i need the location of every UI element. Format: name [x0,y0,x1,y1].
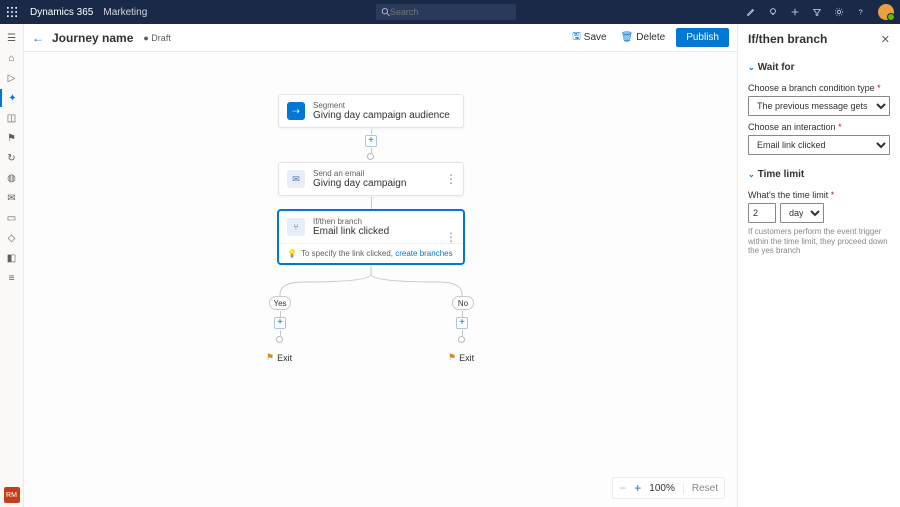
exit-yes: ⚑Exit [266,352,292,363]
svg-text:?: ? [859,8,863,17]
section-wait-for[interactable]: ⌄Wait for [748,62,890,73]
connector-endpoint [367,153,374,160]
section-time-limit[interactable]: ⌄Time limit [748,169,890,180]
status-badge: ● Draft [143,33,170,43]
nav-app-badge[interactable]: RM [4,487,20,503]
node-type: Segment [313,101,450,110]
time-help-text: If customers perform the event trigger w… [748,227,890,256]
save-button[interactable]: 🖫Save [565,26,613,49]
node-more-icon[interactable]: ⋮ [445,172,457,186]
connector-endpoint [458,336,465,343]
save-icon: 🖫 [572,29,581,46]
chevron-down-icon: ⌄ [748,170,755,179]
time-value-input[interactable] [748,203,776,223]
app-launcher-icon[interactable] [0,7,24,17]
node-more-icon[interactable]: ⋮ [445,230,457,244]
nav-journeys-icon[interactable]: ✦ [0,89,24,107]
user-avatar[interactable] [878,4,894,20]
filter-icon[interactable] [806,0,828,24]
time-unit-select[interactable]: days [780,203,824,223]
nav-flag-icon[interactable]: ⚑ [0,129,24,147]
segment-icon: ⇢ [287,102,305,120]
yes-label: Yes [269,296,291,310]
command-bar: ← Journey name ● Draft 🖫Save 🗑Delete Pub… [24,24,737,52]
zoom-in-button[interactable]: + [634,481,641,495]
flag-icon: ⚑ [266,352,274,363]
time-limit-label: What's the time limit * [748,190,890,200]
search-icon [381,7,390,17]
zoom-reset-button[interactable]: Reset [683,483,718,494]
interaction-label: Choose an interaction * [748,122,890,132]
edit-icon[interactable] [740,0,762,24]
connector-line [371,197,372,210]
exit-no: ⚑Exit [448,352,474,363]
nav-page-icon[interactable]: ▭ [0,209,24,227]
nav-refresh-icon[interactable]: ↻ [0,149,24,167]
panel-close-button[interactable]: ✕ [881,33,890,46]
journey-canvas[interactable]: ⇢ Segment Giving day campaign audience +… [24,52,737,507]
left-nav: ☰ ⌂ ▷ ✦ ◫ ⚑ ↻ ◍ ✉ ▭ ◇ ◧ ≡ RM [0,24,24,507]
nav-menu-icon[interactable]: ☰ [0,29,24,47]
page-title: Journey name [52,31,133,45]
node-title: Email link clicked [313,226,389,237]
zoom-out-button[interactable]: − [619,481,626,495]
branch-icon: ⑂ [287,218,305,236]
branch-hint: 💡 To specify the link clicked, create br… [279,243,463,263]
node-title: Giving day campaign [313,178,406,189]
nav-mail-icon[interactable]: ✉ [0,189,24,207]
global-header: Dynamics 365 Marketing ? [0,0,900,24]
node-ifthen-branch[interactable]: ⑂ If/then branch Email link clicked ⋮ 💡 … [278,210,464,264]
zoom-control: − + 100% Reset [612,477,725,499]
flag-icon: ⚑ [448,352,456,363]
add-node-yes-button[interactable]: + [274,317,286,329]
nav-report-icon[interactable]: ◧ [0,249,24,267]
lightbulb-icon: 💡 [287,249,297,258]
help-icon[interactable]: ? [850,0,872,24]
create-branches-link[interactable]: create branches [395,249,452,258]
nav-home-icon[interactable]: ⌂ [0,49,24,67]
add-node-button[interactable]: + [365,135,377,147]
publish-button[interactable]: Publish [676,28,729,47]
node-segment[interactable]: ⇢ Segment Giving day campaign audience [278,94,464,128]
add-node-no-button[interactable]: + [456,317,468,329]
search-input[interactable] [390,7,511,17]
condition-type-select[interactable]: The previous message gets an interaction [748,96,890,116]
condition-type-label: Choose a branch condition type * [748,83,890,93]
email-icon: ✉ [287,170,305,188]
node-type: If/then branch [313,217,389,226]
connector-line [371,129,372,134]
add-icon[interactable] [784,0,806,24]
interaction-select[interactable]: Email link clicked [748,135,890,155]
nav-more-icon[interactable]: ≡ [0,269,24,287]
gear-icon[interactable] [828,0,850,24]
nav-globe-icon[interactable]: ◍ [0,169,24,187]
area-label: Marketing [99,7,151,18]
no-label: No [452,296,474,310]
global-search[interactable] [376,4,516,20]
node-email[interactable]: ✉ Send an email Giving day campaign ⋮ [278,162,464,196]
nav-play-icon[interactable]: ▷ [0,69,24,87]
chevron-down-icon: ⌄ [748,63,755,72]
main-area: ← Journey name ● Draft 🖫Save 🗑Delete Pub… [24,24,737,507]
delete-button[interactable]: 🗑Delete [614,29,673,46]
nav-chat-icon[interactable]: ◇ [0,229,24,247]
panel-title: If/then branch [748,32,827,46]
connector-endpoint [276,336,283,343]
back-button[interactable]: ← [32,31,44,45]
nav-contacts-icon[interactable]: ◫ [0,109,24,127]
lightbulb-icon[interactable] [762,0,784,24]
delete-icon: 🗑 [621,32,634,43]
node-title: Giving day campaign audience [313,110,450,121]
properties-panel: If/then branch ✕ ⌄Wait for Choose a bran… [737,24,900,507]
brand-label: Dynamics 365 [24,7,99,18]
zoom-level: 100% [649,483,675,494]
branch-connector [184,266,684,316]
node-type: Send an email [313,169,406,178]
